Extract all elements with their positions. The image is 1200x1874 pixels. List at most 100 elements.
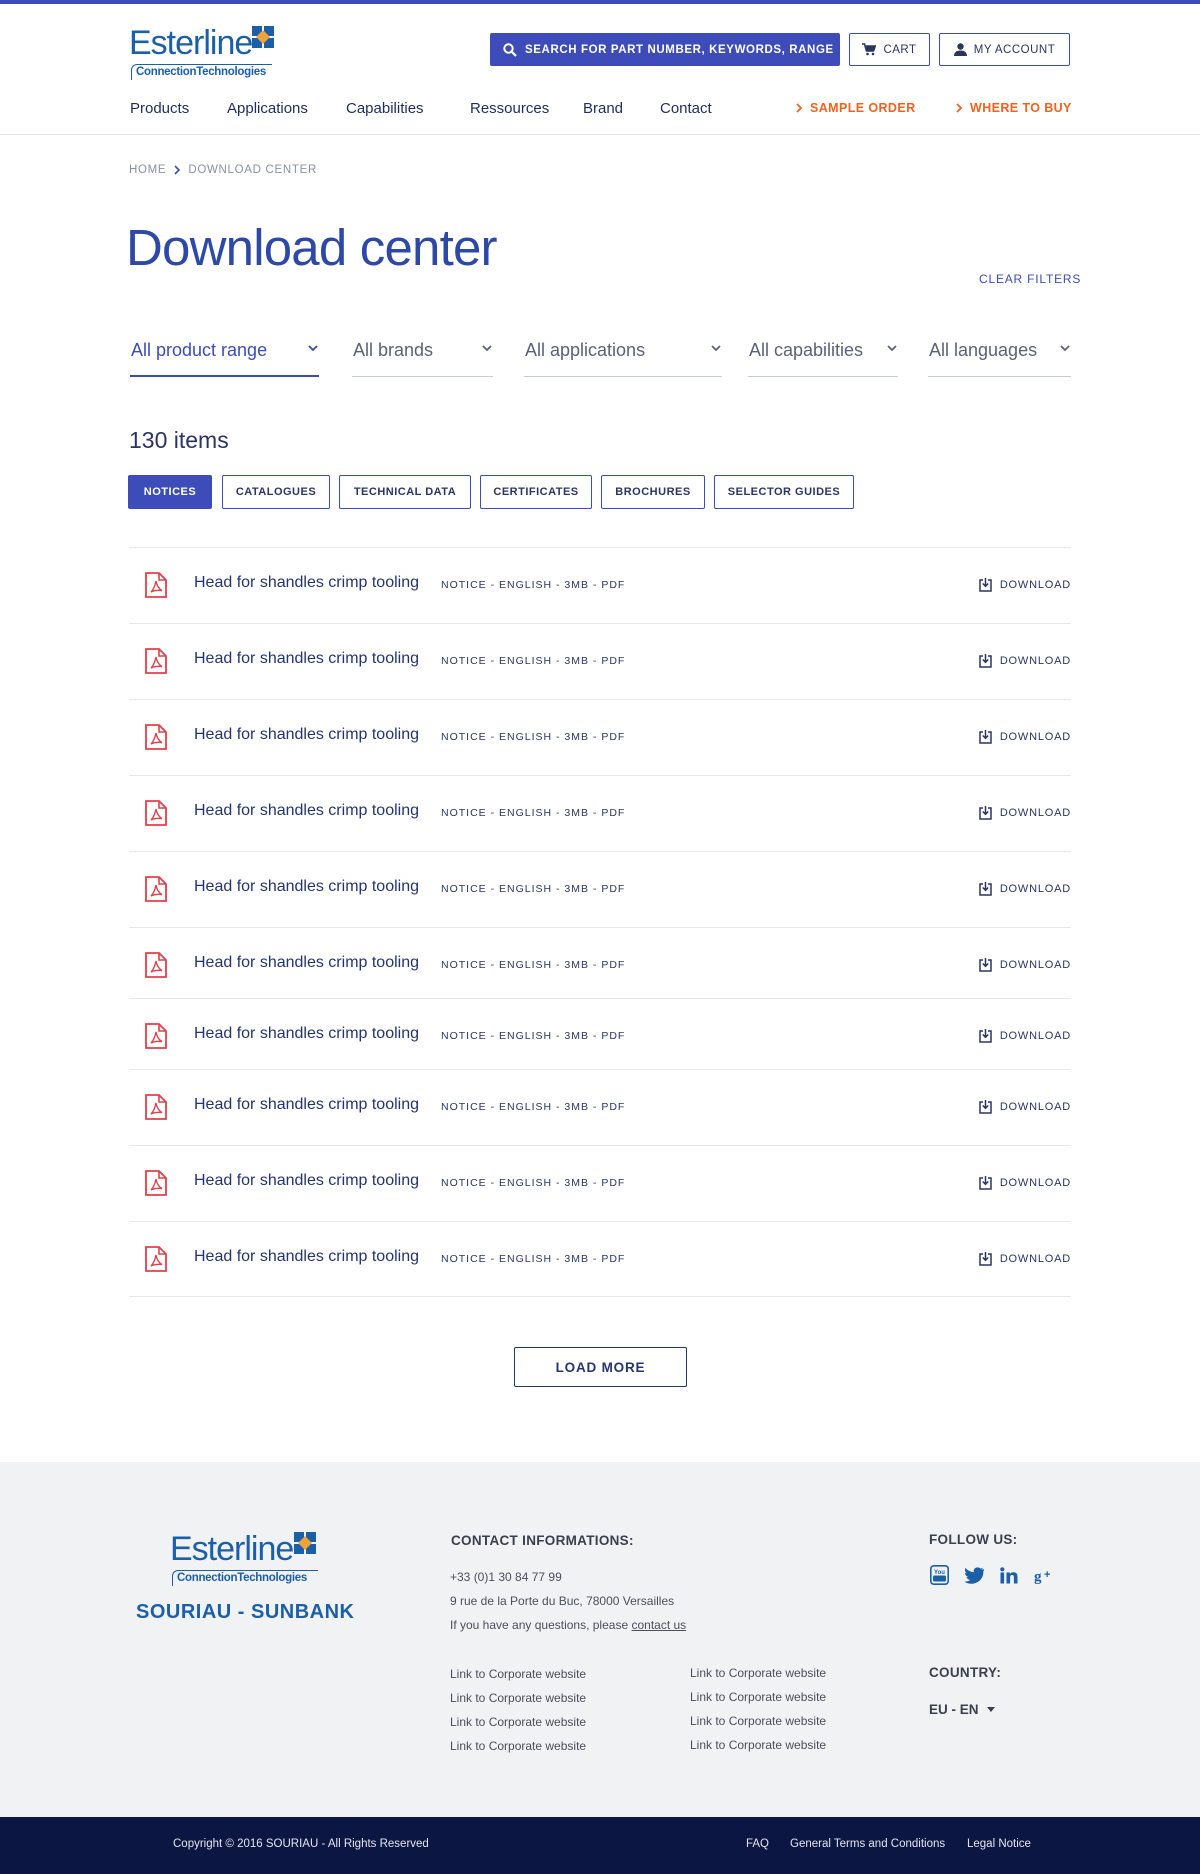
- where-to-buy-link[interactable]: WHERE TO BUY: [956, 101, 1072, 115]
- legal-notice-link[interactable]: Legal Notice: [967, 1838, 1031, 1850]
- filter-label: All applications: [525, 340, 646, 360]
- youtube-icon[interactable]: You: [929, 1565, 949, 1585]
- download-button[interactable]: DOWNLOAD: [979, 882, 1071, 896]
- download-label: DOWNLOAD: [999, 1030, 1071, 1042]
- document-title[interactable]: Head for shandles crimp tooling: [194, 1172, 419, 1190]
- document-title[interactable]: Head for shandles crimp tooling: [194, 954, 419, 972]
- chip-notices[interactable]: NOTICES: [128, 475, 212, 509]
- copyright: Copyright © 2016 SOURIAU - All Rights Re…: [173, 1838, 429, 1850]
- filter-capabilities[interactable]: All capabilities: [748, 336, 898, 377]
- document-title[interactable]: Head for shandles crimp tooling: [194, 650, 419, 668]
- filter-product-range[interactable]: All product range: [130, 336, 319, 377]
- download-icon: [979, 1252, 992, 1266]
- corporate-link[interactable]: Link to Corporate website: [690, 1666, 826, 1680]
- page-title: Download center: [126, 219, 498, 276]
- corporate-link[interactable]: Link to Corporate website: [450, 1691, 586, 1705]
- pdf-icon: [145, 1170, 167, 1196]
- nav-brand[interactable]: Brand: [583, 100, 623, 117]
- download-button[interactable]: DOWNLOAD: [979, 806, 1071, 820]
- nav-products[interactable]: Products: [130, 100, 189, 117]
- download-button[interactable]: DOWNLOAD: [979, 654, 1071, 668]
- pdf-icon: [145, 1246, 167, 1272]
- document-meta: NOTICE - ENGLISH - 3MB - PDF: [441, 1101, 626, 1113]
- follow-heading: FOLLOW US:: [929, 1532, 1018, 1547]
- document-row: Head for shandles crimp tooling NOTICE - …: [129, 1069, 1071, 1145]
- contact-us-link[interactable]: contact us: [631, 1618, 686, 1632]
- cart-button[interactable]: CART: [849, 33, 930, 66]
- chip-certificates[interactable]: CERTIFICATES: [480, 475, 592, 509]
- download-label: DOWNLOAD: [999, 1253, 1071, 1265]
- faq-link[interactable]: FAQ: [746, 1838, 769, 1850]
- chip-catalogues[interactable]: CATALOGUES: [222, 475, 330, 509]
- corporate-link[interactable]: Link to Corporate website: [690, 1690, 826, 1704]
- contact-heading: CONTACT INFORMATIONS:: [451, 1533, 634, 1548]
- download-button[interactable]: DOWNLOAD: [979, 1176, 1071, 1190]
- download-button[interactable]: DOWNLOAD: [979, 578, 1071, 592]
- my-account-button[interactable]: MY ACCOUNT: [939, 33, 1070, 66]
- nav-ressources[interactable]: Ressources: [470, 100, 549, 117]
- document-title[interactable]: Head for shandles crimp tooling: [194, 878, 419, 896]
- sample-order-label: SAMPLE ORDER: [810, 101, 916, 115]
- load-more-button[interactable]: LOAD MORE: [514, 1347, 687, 1387]
- corporate-link[interactable]: Link to Corporate website: [450, 1715, 586, 1729]
- document-row: Head for shandles crimp tooling NOTICE - …: [129, 851, 1071, 927]
- corporate-link[interactable]: Link to Corporate website: [690, 1714, 826, 1728]
- chip-technical-data[interactable]: TECHNICAL DATA: [339, 475, 471, 509]
- nav-capabilities[interactable]: Capabilities: [346, 100, 424, 117]
- corporate-link[interactable]: Link to Corporate website: [450, 1667, 586, 1681]
- document-meta: NOTICE - ENGLISH - 3MB - PDF: [441, 1253, 626, 1265]
- google-plus-icon[interactable]: g +: [1034, 1565, 1054, 1585]
- top-accent-bar: [0, 0, 1200, 4]
- download-button[interactable]: DOWNLOAD: [979, 1100, 1071, 1114]
- document-title[interactable]: Head for shandles crimp tooling: [194, 1025, 419, 1043]
- download-button[interactable]: DOWNLOAD: [979, 1029, 1071, 1043]
- document-title[interactable]: Head for shandles crimp tooling: [194, 726, 419, 744]
- twitter-icon[interactable]: [964, 1565, 984, 1585]
- download-icon: [979, 1100, 992, 1114]
- pdf-icon: [145, 724, 167, 750]
- filter-languages[interactable]: All languages: [928, 336, 1071, 377]
- linkedin-icon[interactable]: [999, 1565, 1019, 1585]
- download-label: DOWNLOAD: [999, 655, 1071, 667]
- chip-selector-guides[interactable]: SELECTOR GUIDES: [714, 475, 854, 509]
- document-title[interactable]: Head for shandles crimp tooling: [194, 1248, 419, 1266]
- download-icon: [979, 958, 992, 972]
- document-title[interactable]: Head for shandles crimp tooling: [194, 574, 419, 592]
- download-icon: [979, 1176, 992, 1190]
- document-title[interactable]: Head for shandles crimp tooling: [194, 802, 419, 820]
- terms-link[interactable]: General Terms and Conditions: [790, 1838, 945, 1850]
- document-row: Head for shandles crimp tooling NOTICE - …: [129, 1221, 1071, 1297]
- header-divider: [0, 134, 1200, 135]
- esterline-logo[interactable]: Esterline ConnectionTechnologies: [129, 24, 274, 80]
- country-select[interactable]: EU - EN: [929, 1702, 995, 1717]
- download-button[interactable]: DOWNLOAD: [979, 730, 1071, 744]
- filter-label: All product range: [131, 340, 268, 360]
- nav-contact[interactable]: Contact: [660, 100, 712, 117]
- document-row: Head for shandles crimp tooling NOTICE - …: [129, 998, 1071, 1069]
- breadcrumb-home[interactable]: HOME: [129, 164, 166, 176]
- download-label: DOWNLOAD: [999, 579, 1071, 591]
- search-button[interactable]: SEARCH FOR PART NUMBER, KEYWORDS, RANGE: [490, 33, 840, 66]
- contact-question: If you have any questions, please contac…: [450, 1618, 686, 1632]
- document-meta: NOTICE - ENGLISH - 3MB - PDF: [441, 883, 626, 895]
- corporate-link[interactable]: Link to Corporate website: [450, 1739, 586, 1753]
- download-button[interactable]: DOWNLOAD: [979, 958, 1071, 972]
- chip-brochures[interactable]: BROCHURES: [601, 475, 705, 509]
- clear-filters-link[interactable]: CLEAR FILTERS: [979, 272, 1081, 286]
- chevron-down-icon: [887, 345, 897, 352]
- filter-applications[interactable]: All applications: [524, 336, 722, 377]
- download-button[interactable]: DOWNLOAD: [979, 1252, 1071, 1266]
- corporate-link[interactable]: Link to Corporate website: [690, 1738, 826, 1752]
- footer-esterline-logo[interactable]: Esterline ConnectionTechnologies: [170, 1530, 320, 1586]
- sample-order-link[interactable]: SAMPLE ORDER: [796, 101, 916, 115]
- chevron-right-icon: [956, 103, 962, 113]
- caret-down-icon: [986, 1707, 995, 1712]
- document-row: Head for shandles crimp tooling NOTICE - …: [129, 927, 1071, 998]
- filter-brands[interactable]: All brands: [352, 336, 493, 377]
- cart-label: CART: [883, 43, 917, 56]
- document-meta: NOTICE - ENGLISH - 3MB - PDF: [441, 1177, 626, 1189]
- pdf-icon: [145, 572, 167, 598]
- nav-applications[interactable]: Applications: [227, 100, 308, 117]
- download-icon: [979, 806, 992, 820]
- document-title[interactable]: Head for shandles crimp tooling: [194, 1096, 419, 1114]
